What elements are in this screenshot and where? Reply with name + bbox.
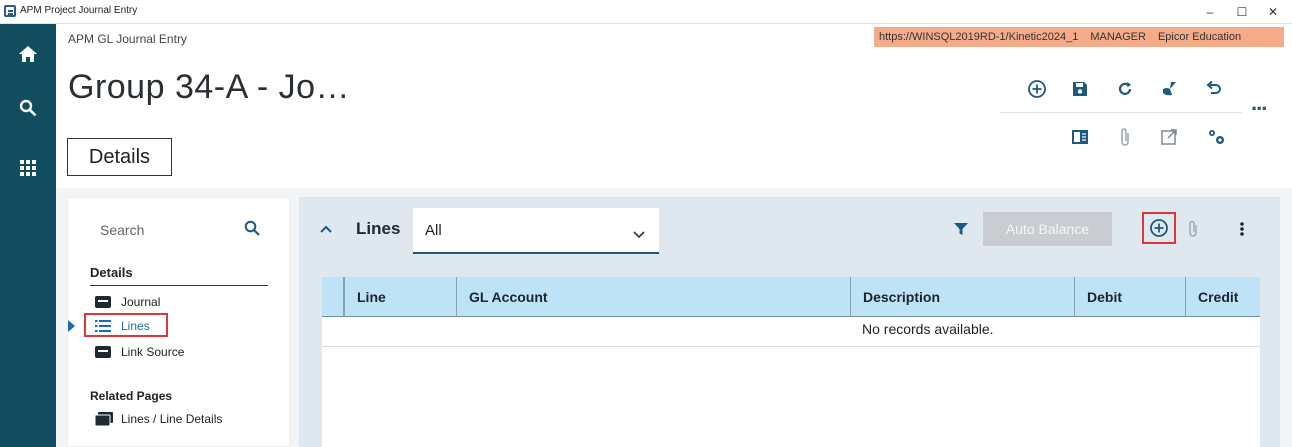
chevron-down-icon <box>633 226 645 244</box>
app-logo-icon <box>4 5 16 17</box>
open-external-button[interactable] <box>1156 124 1182 150</box>
add-line-button[interactable] <box>1142 212 1176 244</box>
sidebar-item-label: Lines <box>121 319 150 333</box>
column-header-line[interactable]: Line <box>344 277 456 317</box>
tab-details[interactable]: Details <box>67 138 172 176</box>
card-icon <box>95 346 113 358</box>
column-header-gl-account[interactable]: GL Account <box>456 277 850 317</box>
add-icon <box>1150 219 1168 237</box>
grid-header: Line GL Account Description Debit Credit <box>322 277 1260 317</box>
save-button[interactable] <box>1067 76 1093 102</box>
filter-selected-value: All <box>425 222 442 239</box>
page-title: Group 34-A - Jo… <box>68 68 351 106</box>
search-input[interactable]: Search <box>100 222 144 238</box>
minimize-button[interactable]: – <box>1195 2 1225 22</box>
grid-select-column[interactable] <box>322 277 344 317</box>
search-icon[interactable] <box>244 220 260 241</box>
lines-panel: Lines All Auto Balance Line GL Account D… <box>299 197 1280 447</box>
env-company: Epicor Education <box>1157 31 1242 43</box>
auto-balance-button[interactable]: Auto Balance <box>983 212 1112 246</box>
details-divider <box>90 285 268 286</box>
attachment-icon <box>1121 128 1129 146</box>
more-options-icon[interactable]: ... <box>1251 92 1267 114</box>
collapse-chevron-icon[interactable] <box>319 221 333 239</box>
env-url: https://WINSQL2019RD-1/Kinetic2024_1 <box>879 31 1079 43</box>
lines-grid: Line GL Account Description Debit Credit… <box>322 277 1260 447</box>
sidebar-item-lines[interactable]: Lines <box>95 317 150 335</box>
lines-header: Lines All Auto Balance <box>299 197 1280 263</box>
undo-button[interactable] <box>1201 76 1227 102</box>
sidebar-item-label: Journal <box>121 295 161 309</box>
settings-button[interactable] <box>1203 124 1229 150</box>
environment-banner: https://WINSQL2019RD-1/Kinetic2024_1 MAN… <box>874 27 1284 47</box>
toolbar-divider <box>1000 112 1242 113</box>
panel-icon <box>1072 130 1088 144</box>
search-nav-button[interactable] <box>0 86 56 130</box>
active-indicator-icon <box>68 320 75 332</box>
home-button[interactable] <box>0 32 56 76</box>
kebab-menu-icon[interactable] <box>1239 221 1245 242</box>
side-search[interactable]: Search <box>100 220 270 242</box>
breadcrumb: APM GL Journal Entry <box>68 32 187 46</box>
grid-row-divider <box>322 346 1260 347</box>
column-header-debit[interactable]: Debit <box>1074 277 1185 317</box>
lines-filter-select[interactable]: All <box>413 208 659 254</box>
column-header-description[interactable]: Description <box>850 277 1074 317</box>
refresh-icon <box>1118 82 1132 95</box>
panel-button[interactable] <box>1067 124 1093 150</box>
card-icon <box>95 296 113 308</box>
home-icon <box>19 46 37 62</box>
details-heading: Details <box>90 265 133 280</box>
env-user: MANAGER <box>1090 31 1146 43</box>
clear-icon <box>1163 82 1176 96</box>
window-title: APM Project Journal Entry <box>20 5 138 16</box>
left-nav <box>0 24 56 447</box>
clear-button[interactable] <box>1156 76 1182 102</box>
add-icon <box>1028 80 1046 98</box>
lines-title: Lines <box>356 219 401 238</box>
sidebar-item-journal[interactable]: Journal <box>95 293 160 311</box>
refresh-button[interactable] <box>1112 76 1138 102</box>
maximize-button[interactable]: ☐ <box>1227 2 1257 22</box>
sidebar-item-label: Link Source <box>121 345 185 359</box>
sidebar-item-link-source[interactable]: Link Source <box>95 343 184 361</box>
related-pages-heading: Related Pages <box>90 389 173 403</box>
save-icon <box>1073 82 1087 96</box>
related-item-lines-details[interactable]: Lines / Line Details <box>95 410 222 428</box>
column-header-credit[interactable]: Credit <box>1185 277 1260 317</box>
related-item-label: Lines / Line Details <box>121 412 223 426</box>
pages-icon <box>95 412 113 426</box>
window-titlebar: APM Project Journal Entry – ☐ ✕ <box>0 0 1292 24</box>
apps-grid-icon <box>20 160 36 176</box>
empty-message: No records available. <box>862 321 994 337</box>
settings-icon <box>1209 130 1224 144</box>
open-external-icon <box>1161 129 1177 145</box>
undo-icon <box>1206 80 1221 94</box>
attachment-icon[interactable] <box>1187 220 1199 243</box>
list-icon <box>95 320 113 332</box>
filter-funnel-icon[interactable] <box>954 222 968 241</box>
add-button[interactable] <box>1024 76 1050 102</box>
apps-button[interactable] <box>0 146 56 190</box>
close-button[interactable]: ✕ <box>1258 2 1288 22</box>
attachment-button[interactable] <box>1112 124 1138 150</box>
search-icon <box>19 99 37 117</box>
